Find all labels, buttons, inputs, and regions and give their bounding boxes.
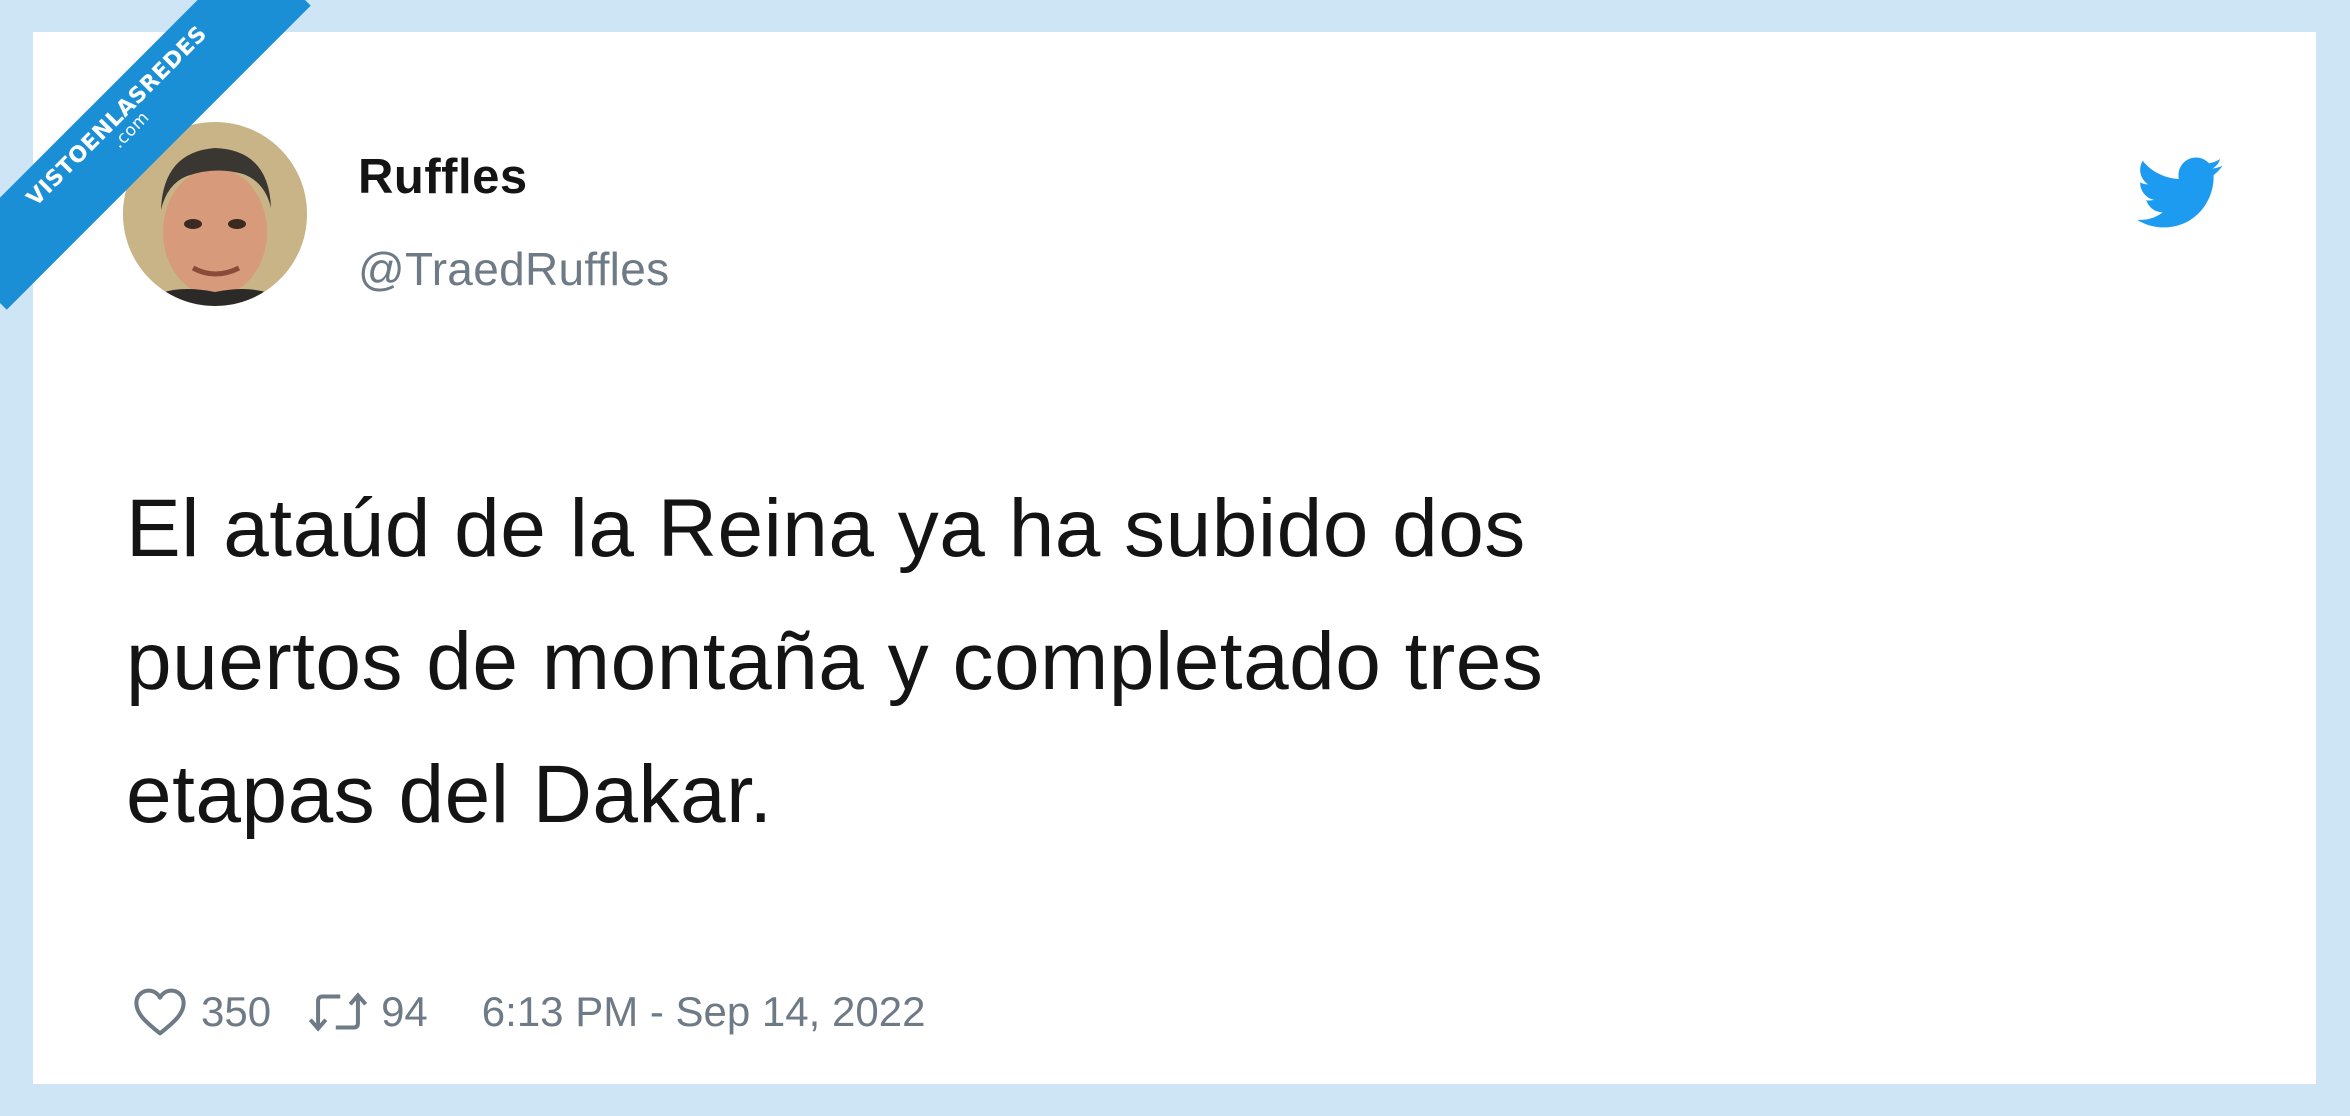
page-background: Ruffles @TraedRuffles El ataúd de la Rei…	[0, 0, 2350, 1116]
tweet-text: El ataúd de la Reina ya ha subido dos pu…	[126, 483, 1544, 840]
tweet-meta: 350 94 6:13 PM - Sep 14, 2022	[133, 982, 925, 1042]
retweet-icon[interactable]	[307, 989, 369, 1035]
heart-icon[interactable]	[133, 987, 187, 1037]
timestamp[interactable]: 6:13 PM - Sep 14, 2022	[482, 988, 926, 1036]
tweet-card: Ruffles @TraedRuffles El ataúd de la Rei…	[33, 32, 2316, 1084]
avatar-photo	[123, 122, 307, 306]
display-name[interactable]: Ruffles	[358, 149, 528, 205]
user-handle[interactable]: @TraedRuffles	[358, 242, 669, 296]
like-count[interactable]: 350	[201, 988, 271, 1036]
avatar[interactable]	[123, 122, 307, 306]
retweet-count[interactable]: 94	[381, 988, 428, 1036]
twitter-bird-icon[interactable]	[2138, 157, 2224, 229]
